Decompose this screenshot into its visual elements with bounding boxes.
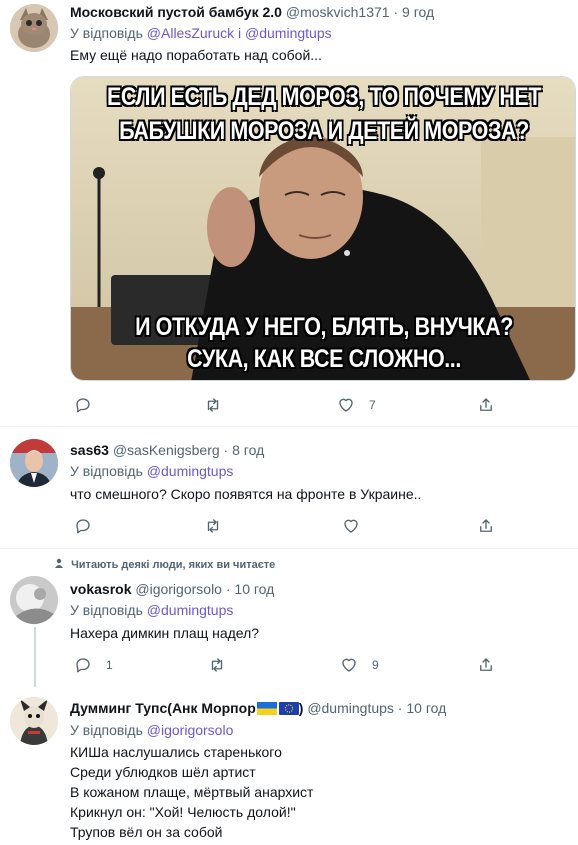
share-button[interactable]: [477, 395, 495, 415]
reply-mentions[interactable]: @igorigorsolo: [147, 722, 234, 738]
tweet-text-line: Крикнул он: "Хой! Челюсть долой!": [70, 804, 296, 820]
share-icon: [480, 398, 492, 411]
user-handle[interactable]: @sasKenigsberg: [113, 442, 220, 458]
like-count: 7: [369, 398, 376, 412]
reply-button[interactable]: [74, 395, 106, 415]
avatar[interactable]: [10, 576, 58, 624]
tweet-vokasrok[interactable]: Читають деякі люди, яких ви читаєте voka…: [0, 549, 578, 687]
share-icon: [480, 519, 492, 532]
display-name-suffix[interactable]: ): [299, 700, 304, 716]
display-name[interactable]: vokasrok: [70, 581, 131, 597]
timestamp[interactable]: 9 год: [402, 4, 434, 20]
tweet-text: Ему ещё надо поработать над собой...: [70, 47, 322, 63]
user-handle[interactable]: @igorigorsolo: [135, 581, 222, 597]
like-button[interactable]: [342, 516, 374, 536]
reply-button[interactable]: [74, 516, 106, 536]
reply-mentions[interactable]: @dumingtups: [147, 602, 234, 618]
reply-mentions[interactable]: @dumingtups: [147, 463, 234, 479]
separator-dot: ·: [223, 442, 229, 458]
timestamp[interactable]: 8 год: [232, 442, 264, 458]
share-button[interactable]: [477, 655, 495, 675]
meme-caption-1: ЕСЛИ ЕСТЬ ДЕД МОРОЗ, ТО ПОЧЕМУ НЕТ: [106, 82, 542, 112]
tweet-dumingtups[interactable]: Думминг Тупс(Анк Морпор) @dumingtups · 1…: [0, 686, 578, 845]
tweet-text: Нахера димкин плащ надел?: [70, 625, 260, 641]
reply-icon: [76, 398, 90, 413]
reply-prefix: У відповідь: [70, 602, 143, 618]
tweet-text: что смешного? Скоро появятся на фронте в…: [70, 486, 422, 502]
flag-eu-icon: [278, 701, 299, 715]
retweet-icon: [207, 398, 219, 412]
meme-image[interactable]: ЕСЛИ ЕСТЬ ДЕД МОРОЗ, ТО ПОЧЕМУ НЕТ БАБУШ…: [70, 76, 576, 381]
reply-prefix: У відповідь: [70, 25, 143, 41]
person-icon: [54, 558, 64, 571]
separator-dot: ·: [225, 581, 231, 597]
reply-icon: [76, 519, 90, 534]
like-icon: [342, 658, 356, 672]
share-button[interactable]: [477, 516, 495, 536]
reply-icon: [76, 658, 90, 673]
tweet-text-line: КИШа наслушались старенького: [70, 744, 282, 760]
avatar[interactable]: [10, 697, 58, 745]
tweet-text-line: Среди ублюдков шёл артист: [70, 764, 256, 780]
like-icon: [344, 519, 358, 533]
tweet-text-line: Трупов вёл он за собой: [70, 824, 223, 840]
like-button[interactable]: 7: [337, 395, 376, 415]
reply-count: 1: [106, 658, 113, 672]
separator-dot: ·: [397, 700, 403, 716]
cat-avatar-icon: [10, 4, 58, 52]
retweet-icon: [211, 658, 223, 672]
retweet-icon: [207, 519, 219, 533]
tweet-moskvich[interactable]: Московский пустой бамбук 2.0 @moskvich13…: [0, 0, 578, 425]
flag-ua-icon: [256, 701, 277, 715]
display-name[interactable]: Московский пустой бамбук 2.0: [70, 4, 282, 20]
like-icon: [339, 398, 353, 412]
timestamp[interactable]: 10 год: [406, 700, 446, 716]
meme-caption-2: БАБУШКИ МОРОЗА И ДЕТЕЙ МОРОЗА?: [119, 116, 530, 146]
reply-button[interactable]: 1: [74, 655, 113, 675]
retweet-button[interactable]: [208, 655, 240, 675]
avatar[interactable]: [10, 4, 58, 52]
user-handle[interactable]: @dumingtups: [307, 700, 394, 716]
like-button[interactable]: 9: [340, 655, 379, 675]
meme-caption-3: И ОТКУДА У НЕГО, БЛЯТЬ, ВНУЧКА?: [134, 312, 514, 342]
display-name[interactable]: sas63: [70, 442, 109, 458]
tweet-text-line: В кожаном плаще, мёртвый анархист: [70, 784, 314, 800]
like-count: 9: [372, 658, 379, 672]
cartoon-avatar-icon: [10, 697, 58, 745]
tweet-sas63[interactable]: sas63 @sasKenigsberg · 8 год У відповідь…: [0, 427, 578, 547]
user-handle[interactable]: @moskvich1371: [286, 4, 390, 20]
meme-caption-4: СУКА, КАК ВСЕ СЛОЖНО...: [186, 344, 461, 374]
display-name[interactable]: Думминг Тупс(Анк Морпор: [70, 700, 256, 716]
reply-prefix: У відповідь: [70, 722, 143, 738]
avatar-photo-icon: [10, 576, 58, 624]
person-icon: [10, 439, 58, 487]
reply-prefix: У відповідь: [70, 463, 143, 479]
reply-mentions[interactable]: @AllesZuruck і @dumingtups: [147, 25, 332, 41]
share-icon: [480, 658, 492, 671]
retweet-button[interactable]: [204, 395, 236, 415]
thread-connector: [34, 627, 36, 687]
separator-dot: ·: [393, 4, 399, 20]
social-context: Читають деякі люди, яких ви читаєте: [54, 558, 275, 571]
avatar[interactable]: [10, 439, 58, 487]
timestamp[interactable]: 10 год: [234, 581, 274, 597]
social-context-text: Читають деякі люди, яких ви читаєте: [71, 559, 276, 571]
retweet-button[interactable]: [204, 516, 236, 536]
